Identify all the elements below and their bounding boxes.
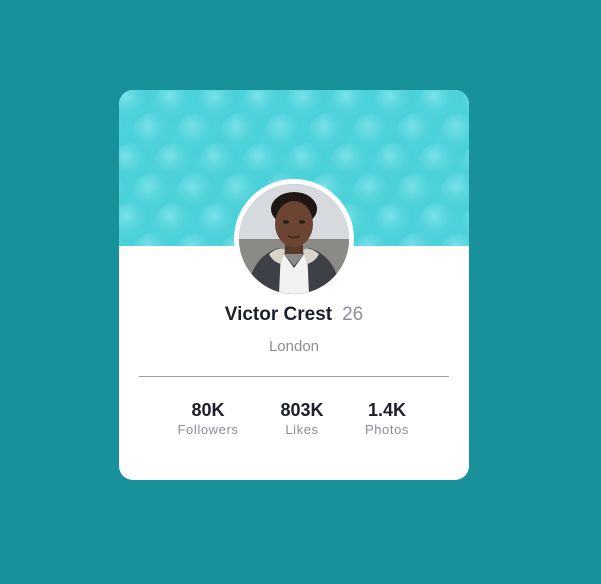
avatar[interactable]: [239, 184, 349, 294]
user-photo-icon: [239, 184, 349, 294]
stat-value: 1.4K: [367, 400, 407, 420]
stat-label: Likes: [285, 422, 319, 437]
stat-photos: 1.4K Photos: [342, 399, 432, 439]
stat-value: 803K: [280, 400, 324, 420]
stat-likes: 803K Likes: [257, 399, 347, 439]
name-row: Victor Crest 26: [119, 303, 469, 328]
stat-label: Followers: [177, 422, 239, 437]
profile-city: London: [268, 338, 320, 355]
profile-name: Victor Crest: [224, 304, 333, 325]
divider: [139, 376, 449, 377]
profile-card: Victor Crest 26 London 80K Followers 803K…: [119, 90, 469, 480]
stat-followers: 80K Followers: [163, 399, 253, 439]
avatar-ring: [234, 179, 354, 299]
stat-value: 80K: [191, 400, 225, 420]
profile-age: 26: [342, 304, 364, 325]
stat-label: Photos: [364, 422, 410, 437]
